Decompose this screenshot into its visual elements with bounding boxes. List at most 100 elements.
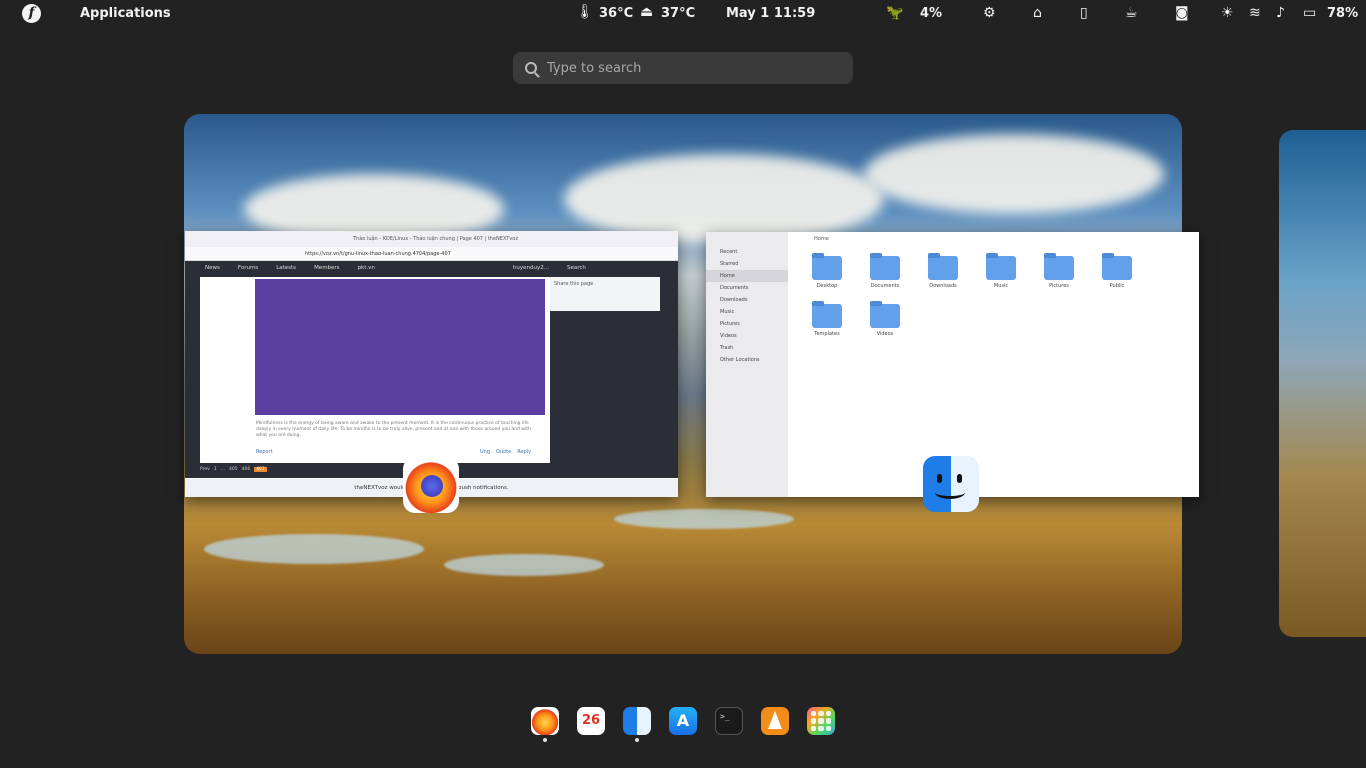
puzzle-icon[interactable]: ⚙: [983, 5, 996, 21]
post-screenshot-image: [255, 279, 545, 415]
folder-icon: [1102, 253, 1132, 280]
page-407[interactable]: 407: [254, 467, 267, 472]
pagination: Prev 1 ... 405 406 407: [200, 467, 267, 472]
battery-icon[interactable]: ▭: [1303, 5, 1316, 21]
folder-icon: [986, 253, 1016, 280]
workspace-thumbnail-next[interactable]: [1279, 130, 1366, 637]
lake: [444, 554, 604, 576]
page-ellipsis: ...: [220, 467, 225, 472]
folder-downloads[interactable]: Downloads: [914, 253, 972, 302]
screenshot-icon[interactable]: ◙: [1175, 5, 1189, 21]
dock-calendar-icon[interactable]: 26: [577, 707, 605, 735]
sidebar-item-trash[interactable]: Trash: [706, 342, 788, 354]
page-content: Mindfulness is the energy of being aware…: [185, 275, 678, 478]
site-nav: News Forums Latests Members pkt.vn huyen…: [185, 261, 678, 275]
sidebar-item-videos[interactable]: Videos: [706, 330, 788, 342]
battery-level[interactable]: 78%: [1327, 6, 1358, 21]
brightness-icon[interactable]: ☀: [1221, 5, 1234, 21]
page-1[interactable]: 1: [214, 467, 217, 472]
folder-label: Music: [993, 283, 1009, 289]
folder-videos[interactable]: Videos: [856, 301, 914, 350]
quote-button[interactable]: Quote: [496, 449, 511, 455]
clock[interactable]: May 1 11:59: [726, 6, 815, 21]
report-link[interactable]: Report: [256, 449, 273, 455]
running-indicator: [635, 738, 639, 742]
sidebar-item-documents[interactable]: Documents: [706, 282, 788, 294]
coffee-icon[interactable]: ☕: [1125, 5, 1138, 21]
page-406[interactable]: 406: [242, 467, 251, 472]
disk-temperature[interactable]: 37°C: [661, 6, 695, 21]
cpu-temperature[interactable]: 36°C: [599, 6, 633, 21]
finder-icon[interactable]: [923, 456, 979, 512]
cloud: [864, 134, 1164, 214]
dock-firefox-icon[interactable]: [531, 707, 559, 735]
page-405[interactable]: 405: [229, 467, 238, 472]
folder-label: Documents: [870, 283, 900, 289]
sidebar-item-recent[interactable]: Recent: [706, 246, 788, 258]
dock-terminal-icon[interactable]: >_: [715, 707, 743, 735]
folder-label: Pictures: [1049, 283, 1069, 289]
nav-news[interactable]: News: [205, 265, 220, 271]
folder-icon: [1044, 253, 1074, 280]
lake: [614, 509, 794, 529]
sidebar-item-starred[interactable]: Starred: [706, 258, 788, 270]
share-label: Share this page: [554, 281, 594, 287]
sidebar-item-music[interactable]: Music: [706, 306, 788, 318]
sidebar-item-home[interactable]: Home: [706, 270, 788, 282]
dock-app-store-icon[interactable]: A: [669, 707, 697, 735]
share-panel: Share this page: [550, 277, 660, 311]
search-bar[interactable]: [513, 52, 853, 84]
search-input[interactable]: [547, 60, 827, 76]
dock-finder-icon[interactable]: [623, 707, 651, 735]
search-icon: [525, 62, 537, 74]
user-menu[interactable]: huyenduy2...: [513, 265, 549, 271]
folder-desktop[interactable]: Desktop: [798, 253, 856, 302]
sidebar-item-downloads[interactable]: Downloads: [706, 294, 788, 306]
fedora-logo-icon[interactable]: f: [22, 4, 41, 23]
volume-icon[interactable]: ♪: [1276, 5, 1285, 21]
path-home[interactable]: Home: [814, 236, 829, 242]
page-prev[interactable]: Prev: [200, 467, 210, 472]
folder-label: Public: [1109, 283, 1125, 289]
nav-members[interactable]: Members: [314, 265, 340, 271]
dino-icon[interactable]: 🦖: [886, 5, 903, 21]
home-icon[interactable]: ⌂: [1033, 5, 1042, 21]
dock-vlc-icon[interactable]: [761, 707, 789, 735]
sidebar-item-other-locations[interactable]: Other Locations: [706, 354, 788, 366]
folder-label: Templates: [814, 331, 840, 337]
folder-music[interactable]: Music: [972, 253, 1030, 302]
running-indicator: [543, 738, 547, 742]
nav-latests[interactable]: Latests: [276, 265, 296, 271]
clipboard-icon[interactable]: ▯: [1080, 5, 1088, 21]
dock-app-grid-icon[interactable]: [807, 707, 835, 735]
folder-icon: [812, 253, 842, 280]
thermometer-icon: 🌡: [576, 4, 594, 20]
folder-pictures[interactable]: Pictures: [1030, 253, 1088, 302]
folder-grid: Desktop Documents Downloads Music Pictur…: [798, 253, 1198, 350]
post-text: Mindfulness is the energy of being aware…: [256, 421, 531, 438]
top-bar: f Applications 🌡 36°C ⏏ 37°C May 1 11:59…: [0, 0, 1366, 28]
folder-templates[interactable]: Templates: [798, 301, 856, 350]
browser-tab[interactable]: Thảo luận - KDE/Linux - Thảo luận chung …: [185, 231, 678, 247]
folder-icon: [928, 253, 958, 280]
disk-icon: ⏏: [640, 4, 654, 20]
folder-icon: [870, 301, 900, 328]
folder-documents[interactable]: Documents: [856, 253, 914, 302]
site-search[interactable]: Search: [567, 265, 586, 271]
like-button[interactable]: Ung: [480, 449, 490, 455]
path-bar[interactable]: Home: [788, 232, 1199, 246]
firefox-icon[interactable]: [403, 457, 459, 513]
nav-forums[interactable]: Forums: [238, 265, 258, 271]
address-bar[interactable]: https://voz.vn/t/gnu-linux-thao-luan-chu…: [185, 247, 678, 261]
url-text: https://voz.vn/t/gnu-linux-thao-luan-chu…: [305, 250, 451, 257]
sidebar-item-pictures[interactable]: Pictures: [706, 318, 788, 330]
reply-button[interactable]: Reply: [517, 449, 531, 455]
files-main: Home Desktop Documents Downloads Music P…: [788, 232, 1199, 497]
folder-label: Downloads: [929, 283, 957, 289]
wifi-icon[interactable]: ≋: [1249, 5, 1261, 21]
applications-menu[interactable]: Applications: [80, 6, 171, 21]
folder-public[interactable]: Public: [1088, 253, 1146, 302]
cpu-load[interactable]: 4%: [920, 6, 942, 21]
nav-pkt[interactable]: pkt.vn: [358, 265, 375, 271]
post-actions: Ung Quote Reply: [480, 449, 531, 455]
